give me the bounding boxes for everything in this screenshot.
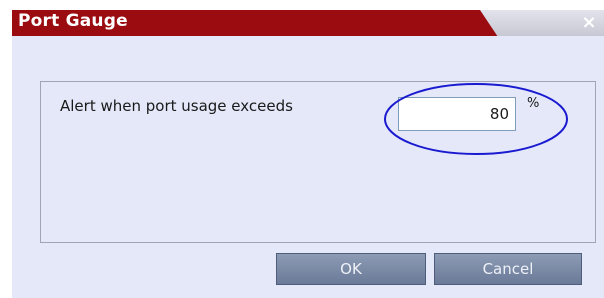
alert-threshold-label: Alert when port usage exceeds	[60, 97, 293, 115]
port-gauge-dialog: Port Gauge × Alert when port usage excee…	[0, 0, 604, 298]
close-icon[interactable]: ×	[578, 12, 600, 34]
cancel-button[interactable]: Cancel	[434, 253, 582, 285]
port-usage-threshold-input[interactable]	[398, 97, 516, 131]
dialog-title: Port Gauge	[18, 11, 128, 31]
ok-button[interactable]: OK	[276, 253, 426, 285]
percent-unit-label: %	[527, 96, 540, 111]
